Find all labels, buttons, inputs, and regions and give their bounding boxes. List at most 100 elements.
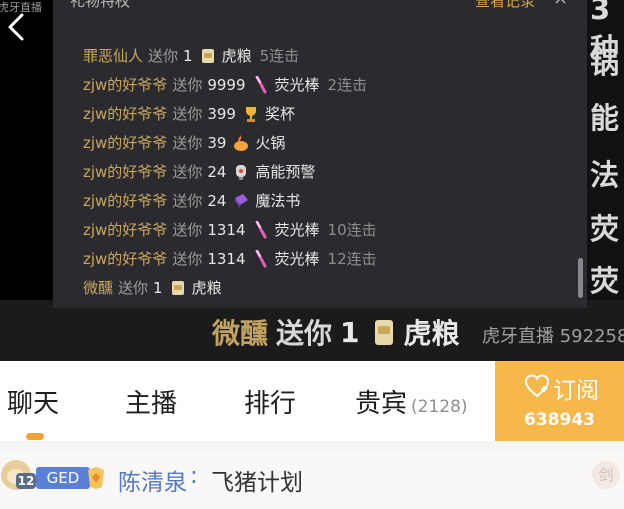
gift-verb: 送你 — [172, 75, 203, 94]
gift-verb: 送你 — [172, 191, 203, 210]
chat-separator: : — [190, 463, 198, 489]
gift-banner-user: 微醺 — [212, 317, 269, 350]
gift-combo: 12连击 — [327, 249, 377, 268]
gift-record-item: 罪恶仙人 送你 1 虎粮 5连击 — [83, 41, 377, 70]
subscriber-count: 638943 — [524, 410, 595, 430]
back-arrow-icon[interactable] — [4, 12, 30, 42]
gift-count: 1314 — [207, 220, 246, 239]
tab-bar: 聊天 主播 排行 贵宾 (2128) 订阅 638943 — [0, 361, 624, 441]
tiger-food-icon — [200, 47, 216, 65]
danmaku-fragment: 能 — [590, 101, 620, 135]
gift-banner-name: 虎粮 — [403, 317, 460, 350]
tiger-food-icon — [374, 320, 393, 345]
warning-icon — [233, 163, 249, 181]
chat-username[interactable]: 陈清泉 — [118, 463, 187, 497]
gift-sender[interactable]: 微醺 — [83, 276, 113, 300]
gift-count: 24 — [207, 162, 227, 181]
gift-banner: 微醺 送你 1 虎粮 — [212, 312, 460, 352]
chat-text: 飞猪计划 — [211, 470, 303, 496]
glowstick-icon — [253, 249, 269, 268]
gift-name: 荧光棒 — [274, 249, 320, 268]
gift-combo: 2连击 — [327, 75, 368, 94]
gift-combo: 5连击 — [259, 46, 300, 65]
panel-title: 礼物特权 — [70, 0, 131, 10]
gift-record-item: zjw的好爷爷 送你 39 火锅 — [83, 128, 377, 157]
divider — [0, 441, 624, 450]
gift-count: 9999 — [207, 75, 246, 94]
gift-record-item: zjw的好爷爷 送你 1314 荧光棒 10连击 — [83, 215, 377, 244]
tab-chat[interactable]: 聊天 — [7, 383, 59, 420]
gift-sender[interactable]: zjw的好爷爷 — [83, 189, 167, 213]
tab-label: 排行 — [244, 389, 297, 419]
gift-verb: 送你 — [172, 133, 203, 152]
watermark: 虎牙直播 592258 — [482, 326, 624, 347]
gift-sender[interactable]: zjw的好爷爷 — [83, 102, 167, 126]
chat-message: 12 GED 陈清泉 : 飞猪计划 剑 — [0, 450, 624, 509]
scrollbar[interactable] — [578, 258, 583, 298]
heart-plus-icon — [524, 374, 550, 398]
gift-count: 39 — [207, 133, 227, 152]
magic-book-icon — [233, 192, 249, 210]
danmaku-fragment: 荧 — [590, 212, 620, 246]
vip-count: (2128) — [411, 397, 468, 417]
view-records-link[interactable]: 查看记录 — [475, 0, 535, 11]
tab-label: 主播 — [125, 389, 178, 419]
gift-sender[interactable]: zjw的好爷爷 — [83, 73, 167, 97]
gift-sender[interactable]: zjw的好爷爷 — [83, 160, 167, 184]
gift-name: 魔法书 — [255, 191, 301, 210]
gift-record-panel: 礼物特权 查看记录 × 罪恶仙人送你1虎粮5连击zjw的好爷爷送你9999荧光棒… — [53, 0, 587, 308]
danmaku-fragment: 荧 — [590, 264, 620, 298]
gift-record-item: zjw的好爷爷 送你 399 奖杯 — [83, 99, 377, 128]
fan-badge: GED — [36, 467, 90, 489]
gift-count: 399 — [207, 104, 236, 123]
gift-verb: 送你 — [148, 46, 179, 65]
gift-list: 罪恶仙人 送你 1 虎粮 5连击 zjw的好爷爷 送你 9999 荧光棒 2连击 zjw的好爷爷 送你… — [83, 41, 377, 302]
gift-name: 高能预警 — [255, 162, 316, 181]
subscribe-button[interactable]: 订阅 638943 — [495, 361, 624, 441]
gift-count: 1 — [183, 46, 193, 65]
gift-count: 1314 — [207, 249, 246, 268]
gift-name: 火锅 — [255, 133, 286, 152]
tab-vip[interactable]: 贵宾 (2128) — [355, 383, 468, 420]
gift-record-item: zjw的好爷爷 送你 1314 荧光棒 12连击 — [83, 244, 377, 273]
level-badge: 12 — [16, 473, 36, 489]
gift-sender[interactable]: zjw的好爷爷 — [83, 131, 167, 155]
background-danmaku: 3种锅能法荧荧 — [590, 0, 624, 300]
close-icon[interactable]: × — [553, 0, 568, 9]
hotpot-icon — [233, 134, 249, 152]
tab-ranking[interactable]: 排行 — [244, 383, 296, 420]
tab-streamer[interactable]: 主播 — [125, 383, 177, 420]
glowstick-icon — [253, 220, 269, 239]
gift-banner-verb: 送你 — [276, 317, 333, 350]
gift-name: 虎粮 — [221, 46, 252, 65]
gift-sender[interactable]: zjw的好爷爷 — [83, 218, 167, 242]
gift-record-item: zjw的好爷爷 送你 24 魔法书 — [83, 186, 377, 215]
gift-name: 荧光棒 — [274, 220, 320, 239]
noble-icon — [88, 467, 104, 489]
active-tab-indicator — [26, 433, 44, 440]
gift-verb: 送你 — [172, 220, 203, 239]
gift-sender[interactable]: zjw的好爷爷 — [83, 247, 167, 271]
gift-name: 荧光棒 — [274, 75, 320, 94]
gift-verb: 送你 — [172, 249, 203, 268]
gift-record-item: zjw的好爷爷 送你 9999 荧光棒 2连击 — [83, 70, 377, 99]
gift-verb: 送你 — [172, 104, 203, 123]
gift-count: 24 — [207, 191, 227, 210]
tab-label: 聊天 — [7, 389, 60, 419]
gift-count: 1 — [153, 278, 163, 297]
danmaku-fragment: 法 — [590, 158, 620, 192]
gift-record-item: zjw的好爷爷 送你 24 高能预警 — [83, 157, 377, 186]
gift-banner-count: 1 — [340, 315, 360, 349]
subscribe-label: 订阅 — [553, 378, 599, 404]
sword-icon[interactable]: 剑 — [592, 461, 620, 489]
tab-label: 贵宾 — [355, 389, 408, 419]
tiger-food-icon — [170, 279, 186, 297]
gift-combo: 10连击 — [327, 220, 377, 239]
gift-sender[interactable]: 罪恶仙人 — [83, 44, 143, 68]
live-video: 虎牙直播 礼物特权 查看记录 × 罪恶仙人送你1虎粮5连击zjw的好爷爷送你99… — [0, 0, 624, 361]
trophy-icon — [243, 105, 259, 123]
gift-verb: 送你 — [118, 278, 149, 297]
gift-name: 虎粮 — [191, 278, 222, 297]
gift-verb: 送你 — [172, 162, 203, 181]
gift-name: 奖杯 — [264, 104, 295, 123]
